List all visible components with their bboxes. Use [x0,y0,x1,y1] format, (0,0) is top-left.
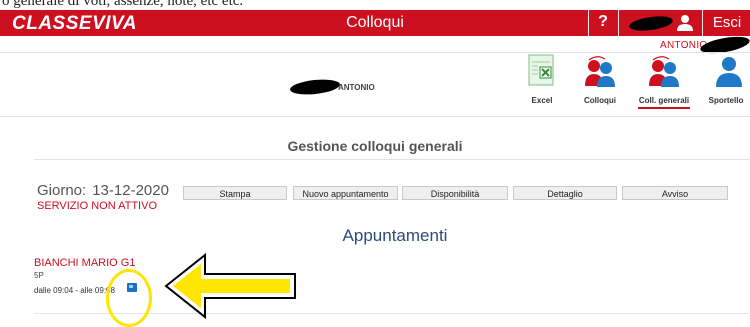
active-indicator [638,107,690,109]
day-label: Giorno: [37,182,87,199]
person-icon [716,57,742,87]
divider [34,159,750,160]
appointment-time: dalle 09:04 - alle 09:08 [34,286,115,295]
people-icon [585,56,615,87]
student-name: ANTONIO [338,83,375,92]
user-icon [677,15,693,31]
nav-label: Excel [531,96,553,105]
divider [0,116,750,117]
excel-icon [528,54,554,86]
highlight-circle [106,269,152,327]
appointment-teacher[interactable]: BIANCHI MARIO G1 [34,257,135,269]
redaction-mark [289,77,341,97]
user-menu-button[interactable] [621,10,701,36]
availability-button[interactable]: Disponibilità [402,186,508,200]
logout-button[interactable]: Esci [704,14,750,31]
nav-label: Colloqui [584,96,616,105]
caption-text: o generale di voti, assenze, note, etc e… [2,0,244,9]
redaction-mark [628,14,674,33]
app-logo[interactable]: CLASSEVIVA [12,13,137,35]
separator [588,10,589,36]
appointment-class: 5P [34,271,44,280]
day-selector[interactable]: Giorno: 13-12-2020 [37,182,169,199]
divider [0,52,750,53]
day-value: 13-12-2020 [92,182,169,199]
page-title: Gestione colloqui generali [287,138,463,154]
nav-label: Sportello [708,96,744,105]
service-status: SERVIZIO NON ATTIVO [37,200,158,212]
help-button[interactable]: ? [592,13,614,31]
appointments-heading: Appuntamenti [342,226,448,245]
notice-button[interactable]: Avviso [622,186,728,200]
new-appointment-button[interactable]: Nuovo appuntamento [293,186,398,200]
nav-label: Coll. generali [638,96,690,105]
separator [702,10,703,36]
detail-button[interactable]: Dettaglio [513,186,617,200]
print-button[interactable]: Stampa [183,186,287,200]
separator [618,10,619,36]
top-bar: CLASSEVIVA Colloqui ? Esci [0,10,750,36]
people-icon [649,56,679,87]
arrow-left-icon [164,252,296,320]
